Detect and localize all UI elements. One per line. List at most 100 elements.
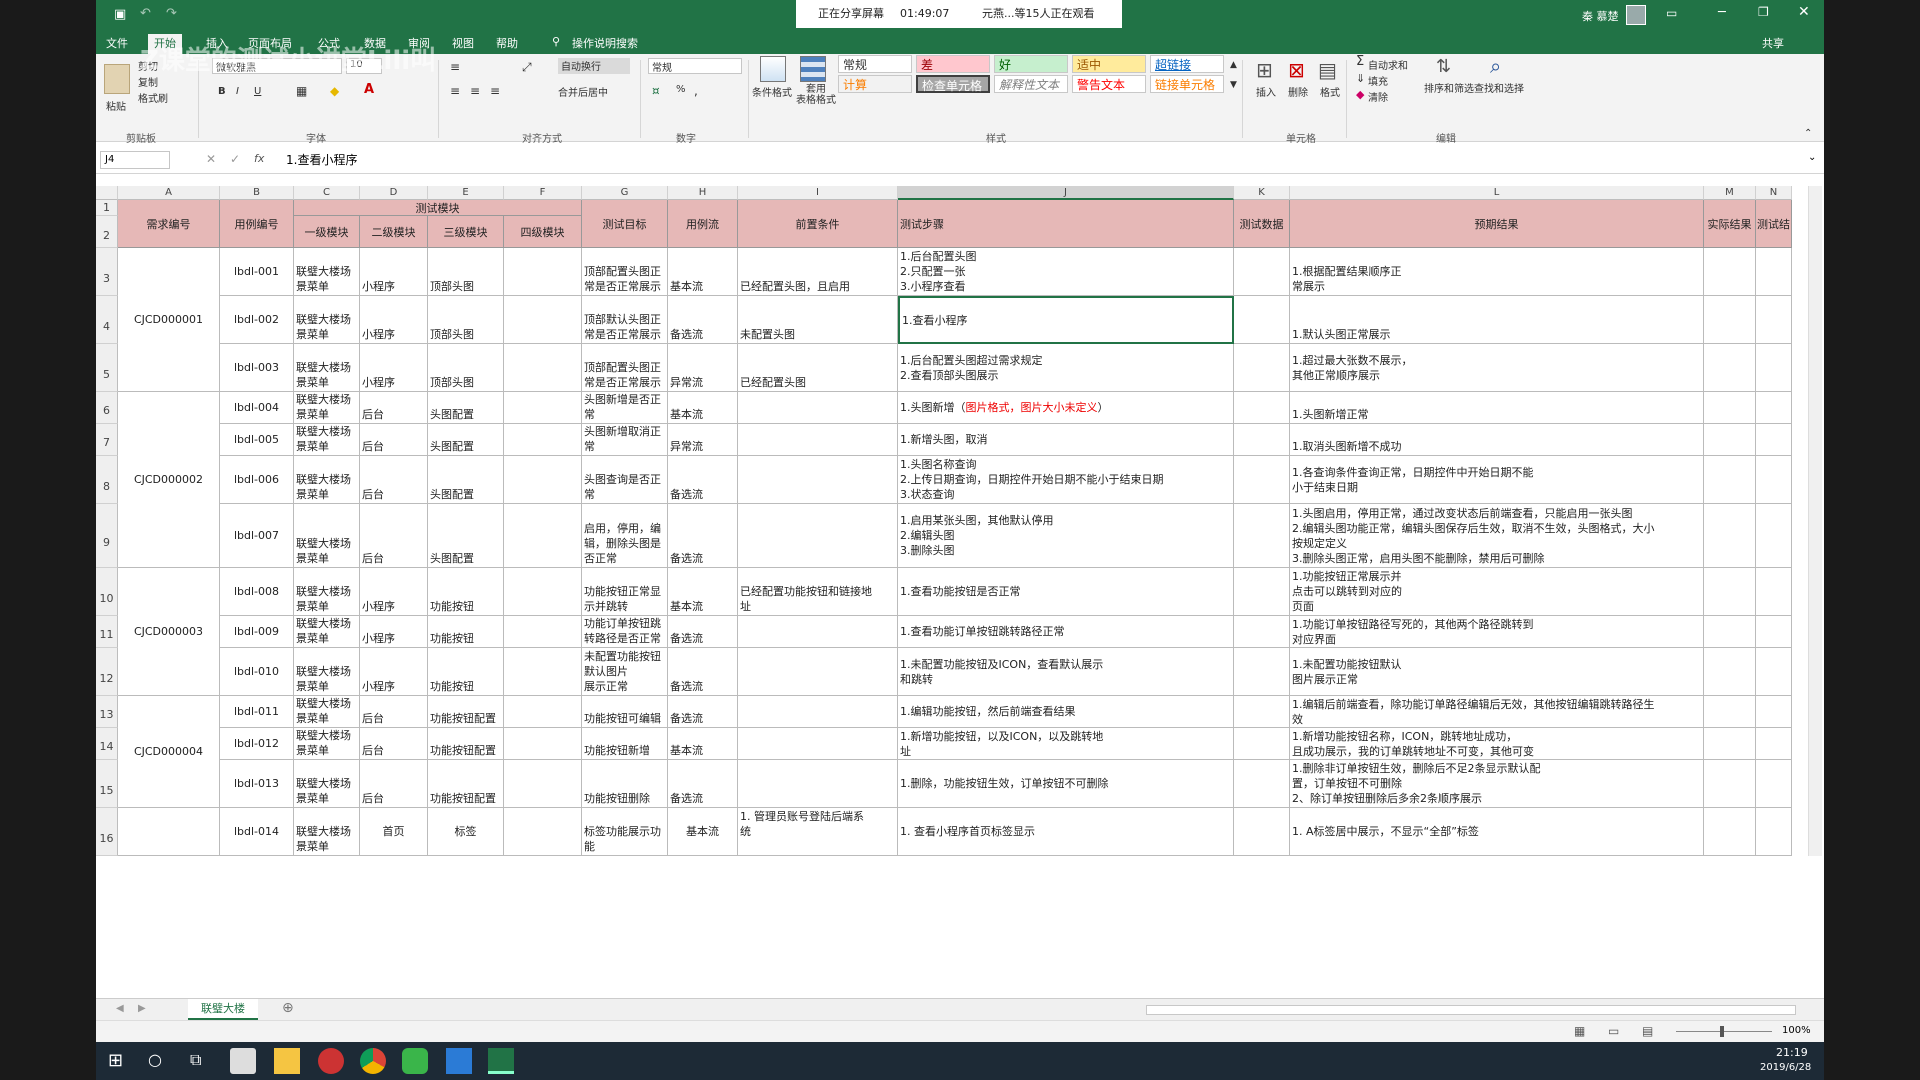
column-header[interactable]: N bbox=[1756, 186, 1792, 200]
align-right-icon[interactable]: ≡ bbox=[490, 84, 500, 98]
tab-help[interactable]: 帮助 bbox=[496, 35, 518, 53]
add-sheet-icon[interactable]: ⊕ bbox=[282, 1000, 294, 1016]
search-icon[interactable]: ○ bbox=[148, 1050, 162, 1069]
fill-color-icon[interactable]: ◆ bbox=[330, 84, 339, 98]
chrome-icon[interactable] bbox=[360, 1048, 386, 1074]
mail-app-icon[interactable] bbox=[230, 1048, 256, 1074]
select-all-corner[interactable] bbox=[96, 186, 118, 200]
column-header[interactable]: D bbox=[360, 186, 428, 200]
cancel-icon[interactable]: ✕ bbox=[206, 152, 216, 166]
insert-cells-icon[interactable]: ⊞ bbox=[1256, 58, 1273, 82]
expand-formula-icon[interactable]: ⌄ bbox=[1808, 152, 1816, 163]
column-header[interactable]: I bbox=[738, 186, 898, 200]
conditional-format-icon[interactable] bbox=[760, 56, 786, 82]
fill-icon[interactable]: ⇓ bbox=[1356, 72, 1365, 85]
row-header[interactable]: 15 bbox=[96, 760, 118, 808]
sheet-tab-lianbi[interactable]: 联璧大楼 bbox=[188, 999, 258, 1020]
undo-icon[interactable]: ↶ bbox=[140, 6, 151, 21]
conditional-format-button[interactable]: 条件格式 bbox=[752, 84, 792, 99]
format-as-table-button[interactable]: 套用 表格格式 bbox=[796, 84, 836, 106]
format-cells-icon[interactable]: ▤ bbox=[1318, 58, 1337, 82]
tell-me-search[interactable]: 操作说明搜索 bbox=[572, 35, 638, 53]
fill-button[interactable]: 填充 bbox=[1368, 73, 1388, 88]
column-header[interactable]: G bbox=[582, 186, 668, 200]
paste-icon[interactable] bbox=[104, 64, 130, 94]
zoom-slider-thumb[interactable] bbox=[1720, 1026, 1724, 1037]
autosum-icon[interactable]: Σ bbox=[1356, 54, 1364, 69]
delete-cells-button[interactable]: 删除 bbox=[1288, 84, 1308, 99]
sort-filter-icon[interactable]: ⇅ bbox=[1436, 56, 1451, 77]
italic-button[interactable]: I bbox=[236, 86, 239, 97]
align-left-icon[interactable]: ≡ bbox=[450, 84, 460, 98]
underline-button[interactable]: U bbox=[254, 86, 261, 97]
column-header[interactable]: M bbox=[1704, 186, 1756, 200]
column-header[interactable]: B bbox=[220, 186, 294, 200]
tab-file[interactable]: 文件 bbox=[106, 35, 128, 53]
tab-view[interactable]: 视图 bbox=[452, 35, 474, 53]
orientation-icon[interactable]: ⤢ bbox=[522, 60, 532, 75]
bold-button[interactable]: B bbox=[218, 86, 226, 97]
align-center-icon[interactable]: ≡ bbox=[470, 84, 480, 98]
insert-function-button[interactable]: fx bbox=[254, 152, 264, 165]
enter-icon[interactable]: ✓ bbox=[230, 152, 240, 166]
row-header[interactable]: 4 bbox=[96, 296, 118, 344]
border-icon[interactable]: ▦ bbox=[296, 84, 307, 98]
number-format-select[interactable]: 常规 bbox=[648, 58, 742, 74]
row-header[interactable]: 16 bbox=[96, 808, 118, 856]
clear-icon[interactable]: ◆ bbox=[1356, 88, 1364, 101]
row-header[interactable]: 9 bbox=[96, 504, 118, 568]
windows-start-icon[interactable]: ⊞ bbox=[108, 1050, 123, 1071]
column-header[interactable]: L bbox=[1290, 186, 1704, 200]
percent-button[interactable]: % bbox=[676, 84, 686, 95]
row-header[interactable]: 7 bbox=[96, 424, 118, 456]
style-neutral[interactable]: 适中 bbox=[1072, 55, 1146, 73]
column-header[interactable]: H bbox=[668, 186, 738, 200]
column-header[interactable]: F bbox=[504, 186, 582, 200]
format-painter-button[interactable]: 格式刷 bbox=[138, 90, 168, 105]
row-header[interactable]: 10 bbox=[96, 568, 118, 616]
file-explorer-icon[interactable] bbox=[274, 1048, 300, 1074]
page-break-view-icon[interactable]: ▤ bbox=[1642, 1024, 1653, 1038]
style-calculation[interactable]: 计算 bbox=[838, 75, 912, 93]
format-as-table-icon[interactable] bbox=[800, 56, 826, 82]
find-select-button[interactable]: 查找和选择 bbox=[1474, 80, 1524, 95]
horizontal-scrollbar[interactable] bbox=[1146, 1005, 1796, 1015]
sort-filter-button[interactable]: 排序和筛选 bbox=[1424, 80, 1474, 95]
currency-icon[interactable]: ¤ bbox=[652, 84, 660, 98]
styles-scroll-down-icon[interactable]: ▼ bbox=[1230, 80, 1237, 90]
save-icon[interactable]: ▣ bbox=[114, 7, 126, 22]
column-header[interactable]: C bbox=[294, 186, 360, 200]
style-warning[interactable]: 警告文本 bbox=[1072, 75, 1146, 93]
close-icon[interactable]: ✕ bbox=[1798, 4, 1810, 20]
wechat-icon[interactable] bbox=[402, 1048, 428, 1074]
style-linked-cell[interactable]: 链接单元格 bbox=[1150, 75, 1224, 93]
column-header[interactable]: K bbox=[1234, 186, 1290, 200]
style-normal[interactable]: 常规 bbox=[838, 55, 912, 73]
row-header[interactable]: 14 bbox=[96, 728, 118, 760]
excel-taskbar-icon[interactable] bbox=[488, 1048, 514, 1074]
row-header[interactable]: 8 bbox=[96, 456, 118, 504]
format-cells-button[interactable]: 格式 bbox=[1320, 84, 1340, 99]
avatar[interactable] bbox=[1626, 5, 1646, 25]
vertical-scrollbar[interactable] bbox=[1808, 186, 1822, 856]
row-header[interactable]: 1 bbox=[96, 200, 118, 216]
column-header[interactable]: J bbox=[898, 186, 1234, 200]
collapse-ribbon-icon[interactable]: ⌃ bbox=[1804, 128, 1812, 139]
style-check-cell[interactable]: 检查单元格 bbox=[916, 75, 990, 93]
prev-sheet-icon[interactable]: ◀ bbox=[116, 1003, 124, 1014]
next-sheet-icon[interactable]: ▶ bbox=[138, 1003, 146, 1014]
vscode-icon[interactable] bbox=[446, 1048, 472, 1074]
delete-cells-icon[interactable]: ⊠ bbox=[1288, 58, 1305, 82]
task-view-icon[interactable]: ⧉ bbox=[190, 1050, 201, 1070]
row-header[interactable]: 6 bbox=[96, 392, 118, 424]
find-select-icon[interactable]: ⌕ bbox=[1490, 54, 1501, 78]
autosum-button[interactable]: 自动求和 bbox=[1368, 57, 1408, 72]
merge-center-button[interactable]: 合并后居中 bbox=[558, 84, 608, 99]
row-header[interactable]: 12 bbox=[96, 648, 118, 696]
zoom-slider[interactable] bbox=[1676, 1031, 1772, 1032]
align-top-icon[interactable]: ≡ bbox=[450, 60, 460, 74]
paste-button[interactable]: 粘贴 bbox=[106, 98, 126, 113]
maximize-icon[interactable]: ❐ bbox=[1758, 5, 1769, 19]
insert-cells-button[interactable]: 插入 bbox=[1256, 84, 1276, 99]
worksheet-grid[interactable]: A B C D E F G H I J K L M N 1 2 需求编号 用例编号 测试模块 一级模块 二级模块 三级模块… bbox=[96, 186, 1824, 996]
